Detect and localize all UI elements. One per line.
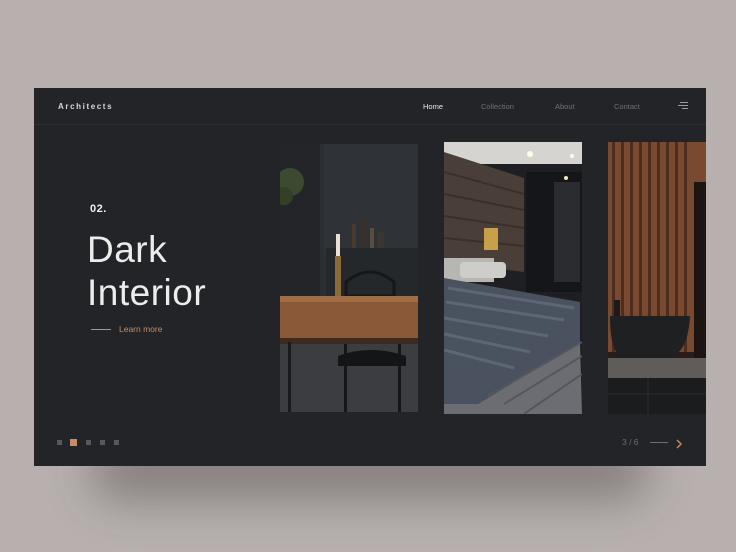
link-line [91,329,111,330]
page-title: Dark Interior [87,228,206,314]
dining-room-photo[interactable] [280,144,418,412]
slide-number: 02. [90,203,107,215]
main-nav: Home Collection About Contact [34,102,706,114]
slide-dot[interactable] [86,440,91,445]
slide-dot[interactable] [57,440,62,445]
bedroom-photo[interactable] [444,142,582,414]
title-line-2: Interior [87,272,207,313]
nav-item-collection[interactable]: Collection [481,102,514,111]
nav-item-about[interactable]: About [555,102,575,111]
slide-dot[interactable] [100,440,105,445]
learn-more-label: Learn more [119,324,163,334]
hamburger-menu-icon[interactable] [678,102,688,110]
nav-item-home[interactable]: Home [423,102,443,111]
slide-dot[interactable] [114,440,119,445]
slide-counter: 3 / 6 [622,437,639,447]
bathroom-photo[interactable] [608,142,706,414]
slide-dot-active[interactable] [70,439,77,446]
nav-item-contact[interactable]: Contact [614,102,640,111]
title-line-1: Dark [87,229,168,270]
website-frame: Architects Home Collection About Contact… [34,88,706,466]
top-navigation: Architects Home Collection About Contact [34,88,706,125]
chevron-right-icon[interactable] [674,436,684,449]
pager-divider [650,442,668,443]
